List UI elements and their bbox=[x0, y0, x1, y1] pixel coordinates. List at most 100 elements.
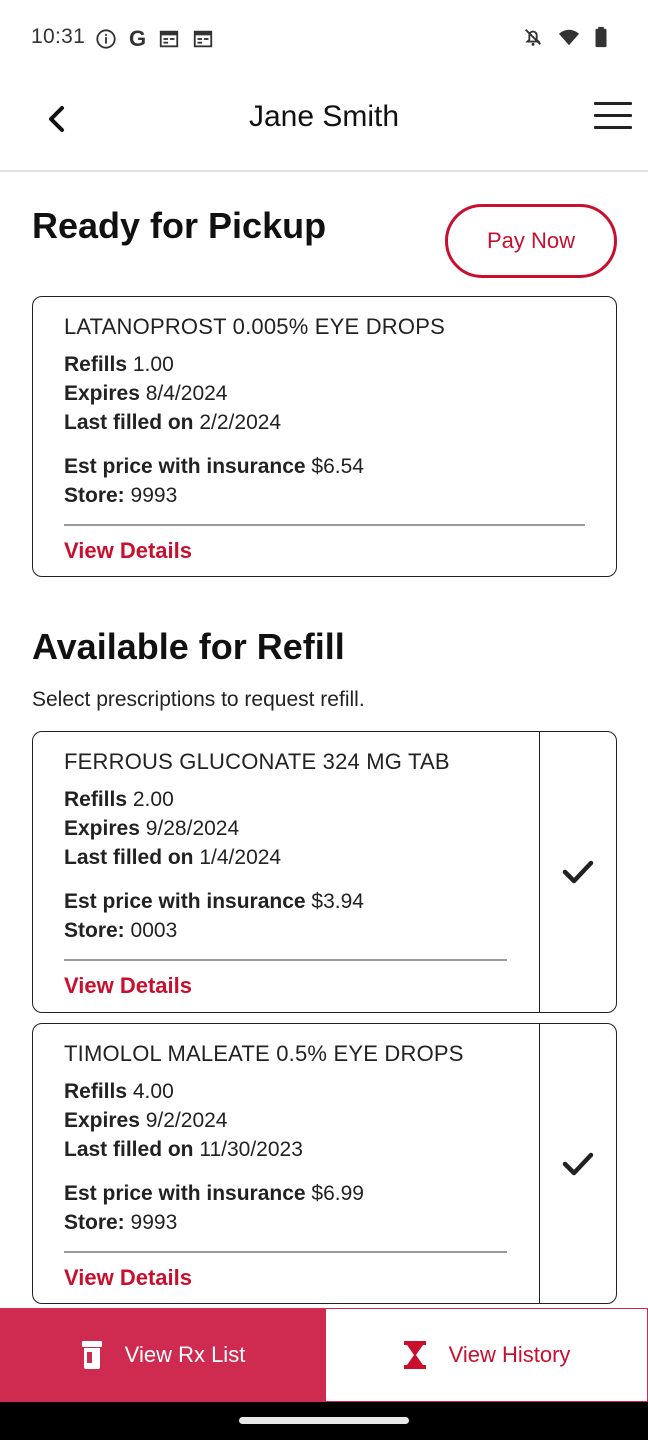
price-value: $6.54 bbox=[311, 455, 364, 478]
google-icon: G bbox=[129, 26, 147, 51]
view-history-label: View History bbox=[448, 1342, 571, 1367]
store-label: Store: bbox=[64, 1211, 125, 1234]
expires-value: 9/2/2024 bbox=[145, 1109, 228, 1132]
view-details-link[interactable]: View Details bbox=[64, 1265, 507, 1291]
store-value: 9993 bbox=[130, 1211, 178, 1234]
view-rx-list-button[interactable]: View Rx List bbox=[0, 1308, 326, 1402]
pickup-card: LATANOPROST 0.005% EYE DROPS Refills 1.0… bbox=[32, 296, 617, 577]
refill-select-checkbox[interactable] bbox=[539, 1024, 616, 1303]
home-gesture-handle[interactable] bbox=[239, 1417, 409, 1424]
card-divider bbox=[64, 1251, 507, 1253]
price-row: Est price with insurance $3.94 bbox=[64, 887, 507, 916]
refill-card-body: FERROUS GLUCONATE 324 MG TAB Refills 2.0… bbox=[64, 749, 507, 999]
hourglass-icon bbox=[403, 1341, 426, 1369]
refills-value: 2.00 bbox=[132, 788, 174, 811]
price-value: $6.99 bbox=[311, 1182, 364, 1205]
last-filled-label: Last filled on bbox=[64, 411, 194, 434]
menu-line bbox=[594, 114, 632, 117]
expires-row: Expires 9/2/2024 bbox=[64, 1106, 507, 1135]
menu-line bbox=[594, 126, 632, 129]
refill-instructions: Select prescriptions to request refill. bbox=[32, 688, 365, 711]
pickup-card-body: LATANOPROST 0.005% EYE DROPS Refills 1.0… bbox=[64, 314, 585, 564]
expires-value: 9/28/2024 bbox=[145, 817, 240, 840]
store-row: Store: 9993 bbox=[64, 1208, 507, 1237]
last-filled-row: Last filled on 11/30/2023 bbox=[64, 1135, 507, 1164]
battery-icon bbox=[595, 26, 607, 48]
price-label: Est price with insurance bbox=[64, 455, 306, 478]
store-row: Store: 0003 bbox=[64, 916, 507, 945]
rx-info: Refills 1.00 Expires 8/4/2024 Last fille… bbox=[64, 350, 585, 437]
store-row: Store: 9993 bbox=[64, 481, 585, 510]
refills-value: 1.00 bbox=[132, 353, 174, 376]
hamburger-menu-icon[interactable] bbox=[594, 102, 632, 132]
expires-row: Expires 9/28/2024 bbox=[64, 814, 507, 843]
system-navigation-bar bbox=[0, 1402, 648, 1440]
price-value: $3.94 bbox=[311, 890, 364, 913]
checkmark-icon bbox=[562, 860, 594, 884]
expires-row: Expires 8/4/2024 bbox=[64, 379, 585, 408]
expires-label: Expires bbox=[64, 1109, 140, 1132]
card-divider bbox=[64, 959, 507, 961]
last-filled-value: 2/2/2024 bbox=[199, 411, 282, 434]
store-label: Store: bbox=[64, 919, 125, 942]
store-label: Store: bbox=[64, 484, 125, 507]
ready-section-title: Ready for Pickup bbox=[32, 205, 327, 246]
last-filled-row: Last filled on 1/4/2024 bbox=[64, 843, 507, 872]
refill-section-title: Available for Refill bbox=[32, 626, 345, 667]
rx-info: Refills 4.00 Expires 9/2/2024 Last fille… bbox=[64, 1077, 507, 1164]
view-history-button[interactable]: View History bbox=[326, 1308, 648, 1402]
price-info: Est price with insurance $6.99 Store: 99… bbox=[64, 1179, 507, 1237]
refills-row: Refills 2.00 bbox=[64, 785, 507, 814]
info-icon bbox=[96, 29, 116, 49]
view-rx-list-label: View Rx List bbox=[124, 1342, 246, 1367]
last-filled-value: 11/30/2023 bbox=[199, 1138, 303, 1161]
bell-off-icon bbox=[525, 29, 541, 46]
refill-card-body: TIMOLOL MALEATE 0.5% EYE DROPS Refills 4… bbox=[64, 1041, 507, 1291]
app-header: Jane Smith bbox=[0, 80, 648, 172]
last-filled-label: Last filled on bbox=[64, 846, 194, 869]
refill-card: FERROUS GLUCONATE 324 MG TAB Refills 2.0… bbox=[32, 731, 617, 1013]
card-divider bbox=[64, 524, 585, 526]
store-value: 0003 bbox=[130, 919, 178, 942]
refills-row: Refills 1.00 bbox=[64, 350, 585, 379]
price-info: Est price with insurance $6.54 Store: 99… bbox=[64, 452, 585, 510]
refills-value: 4.00 bbox=[132, 1080, 174, 1103]
view-details-link[interactable]: View Details bbox=[64, 538, 585, 564]
calendar-icon bbox=[193, 30, 213, 48]
bottom-action-bar: View Rx List View History bbox=[0, 1308, 648, 1402]
price-label: Est price with insurance bbox=[64, 1182, 306, 1205]
calendar-icon bbox=[159, 30, 179, 48]
status-bar: 10:31 G bbox=[0, 0, 648, 80]
last-filled-label: Last filled on bbox=[64, 1138, 194, 1161]
drug-name: LATANOPROST 0.005% EYE DROPS bbox=[64, 314, 445, 339]
status-icons-left: G bbox=[95, 28, 214, 50]
expires-value: 8/4/2024 bbox=[145, 382, 228, 405]
price-label: Est price with insurance bbox=[64, 890, 306, 913]
page-title: Jane Smith bbox=[248, 100, 400, 133]
refills-label: Refills bbox=[64, 353, 128, 376]
expires-label: Expires bbox=[64, 817, 140, 840]
refill-card: TIMOLOL MALEATE 0.5% EYE DROPS Refills 4… bbox=[32, 1023, 617, 1304]
refills-label: Refills bbox=[64, 788, 128, 811]
refills-label: Refills bbox=[64, 1080, 128, 1103]
last-filled-value: 1/4/2024 bbox=[199, 846, 282, 869]
view-details-link[interactable]: View Details bbox=[64, 973, 507, 999]
price-row: Est price with insurance $6.99 bbox=[64, 1179, 507, 1208]
refills-row: Refills 4.00 bbox=[64, 1077, 507, 1106]
drug-name: FERROUS GLUCONATE 324 MG TAB bbox=[64, 749, 450, 774]
pay-now-button[interactable]: Pay Now bbox=[445, 204, 617, 278]
price-row: Est price with insurance $6.54 bbox=[64, 452, 585, 481]
drug-name: TIMOLOL MALEATE 0.5% EYE DROPS bbox=[64, 1041, 464, 1066]
expires-label: Expires bbox=[64, 382, 140, 405]
pill-bottle-icon bbox=[81, 1341, 102, 1369]
refill-select-checkbox[interactable] bbox=[539, 732, 616, 1012]
rx-info: Refills 2.00 Expires 9/28/2024 Last fill… bbox=[64, 785, 507, 872]
store-value: 9993 bbox=[130, 484, 178, 507]
wifi-icon bbox=[558, 29, 580, 46]
status-icons-right bbox=[522, 26, 608, 48]
checkmark-icon bbox=[562, 1152, 594, 1175]
menu-line bbox=[594, 102, 632, 105]
price-info: Est price with insurance $3.94 Store: 00… bbox=[64, 887, 507, 945]
status-time: 10:31 bbox=[31, 25, 86, 48]
last-filled-row: Last filled on 2/2/2024 bbox=[64, 408, 585, 437]
